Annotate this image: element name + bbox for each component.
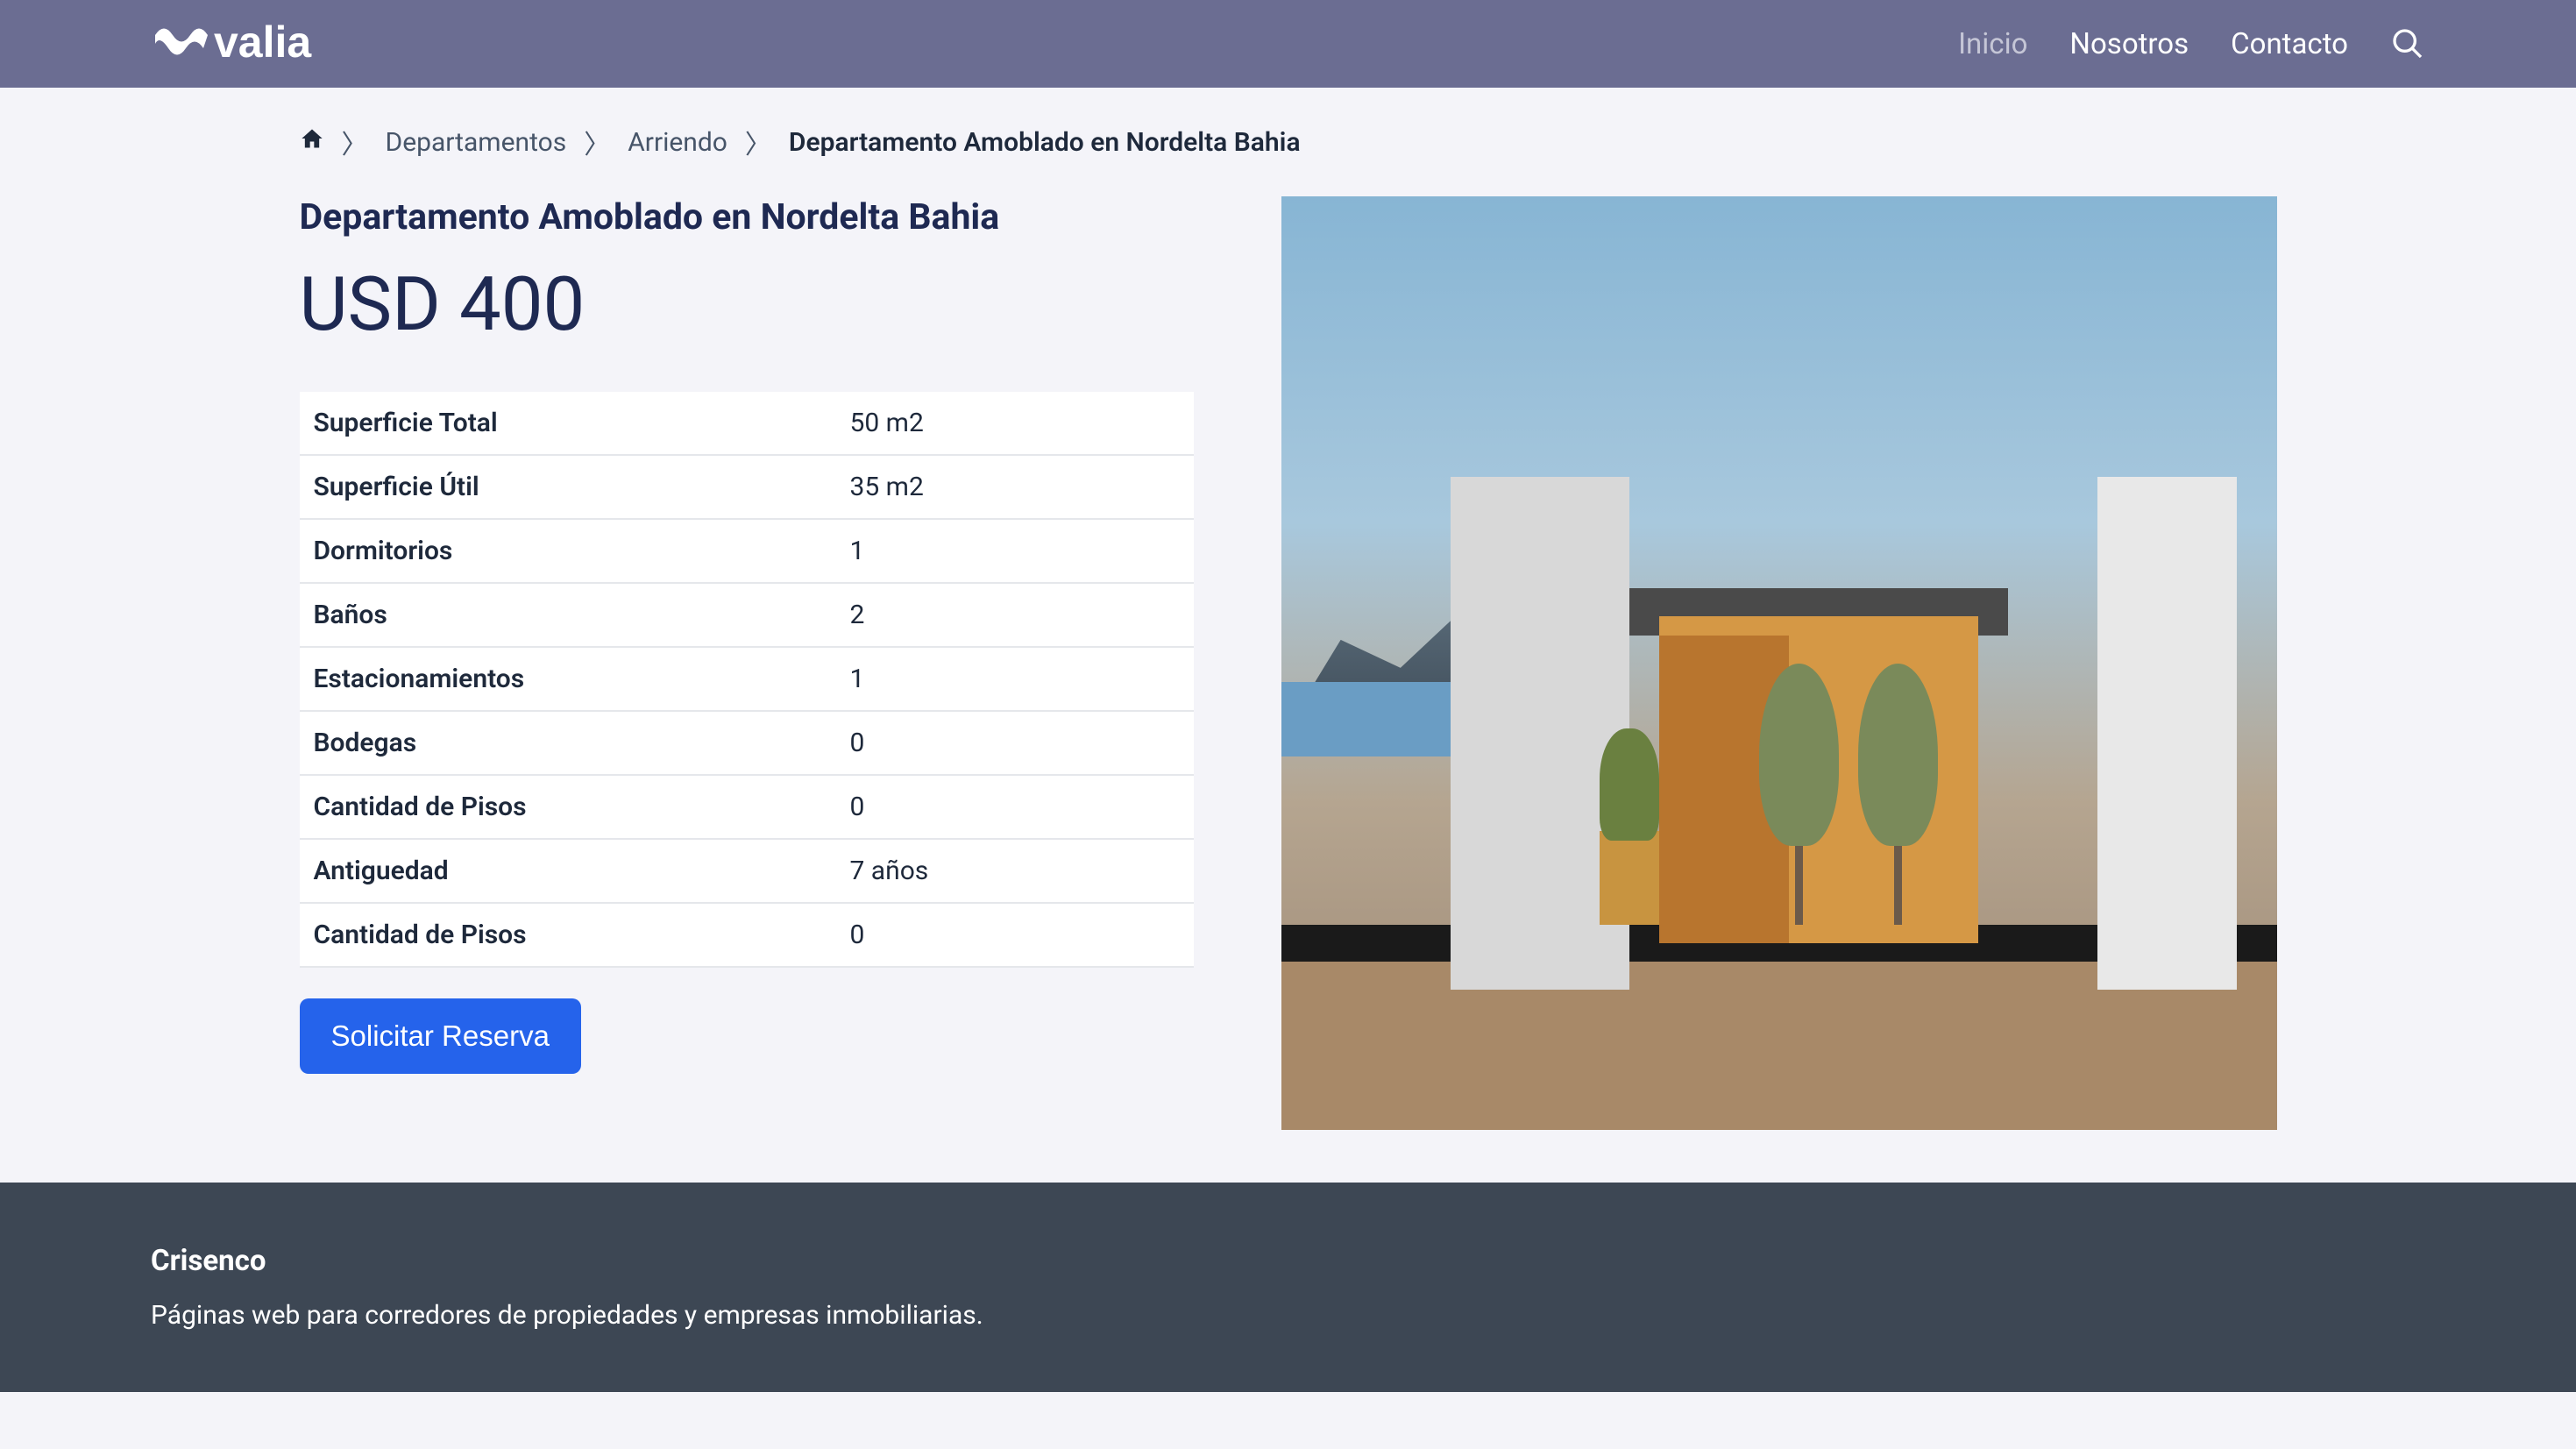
property-value: 50 m2 [836, 392, 1194, 455]
nav-link-contacto[interactable]: Contacto [2231, 27, 2348, 61]
footer: Crisenco Páginas web para corredores de … [0, 1183, 2576, 1392]
header: valia Inicio Nosotros Contacto [0, 0, 2576, 88]
left-column: Departamento Amoblado en Nordelta Bahia … [300, 196, 1194, 1130]
table-row: Estacionamientos 1 [300, 647, 1194, 711]
property-value: 0 [836, 711, 1194, 775]
container: 〉 Departamentos 〉 Arriendo 〉 Departament… [149, 88, 2428, 1130]
footer-text: Páginas web para corredores de propiedad… [151, 1300, 2425, 1331]
price: USD 400 [300, 260, 1194, 348]
svg-text:valia: valia [214, 18, 312, 67]
table-row: Superficie Total 50 m2 [300, 392, 1194, 455]
footer-title: Crisenco [151, 1244, 2425, 1278]
property-label: Superficie Útil [300, 455, 836, 519]
property-label: Dormitorios [300, 519, 836, 583]
property-label: Bodegas [300, 711, 836, 775]
property-value: 0 [836, 775, 1194, 839]
property-label: Antiguedad [300, 839, 836, 903]
table-row: Antiguedad 7 años [300, 839, 1194, 903]
property-value: 7 años [836, 839, 1194, 903]
breadcrumb-departamentos[interactable]: Departamentos [386, 127, 567, 158]
nav: Inicio Nosotros Contacto [1958, 26, 2425, 61]
breadcrumb-arriendo[interactable]: Arriendo [628, 127, 727, 158]
breadcrumb-separator: 〉 [342, 123, 368, 161]
breadcrumb-separator: 〉 [584, 123, 610, 161]
property-value: 1 [836, 519, 1194, 583]
table-row: Baños 2 [300, 583, 1194, 647]
property-value: 35 m2 [836, 455, 1194, 519]
property-label: Estacionamientos [300, 647, 836, 711]
main-content: Departamento Amoblado en Nordelta Bahia … [300, 196, 2277, 1130]
property-image [1281, 196, 2277, 1130]
nav-link-inicio[interactable]: Inicio [1958, 27, 2027, 61]
property-value: 2 [836, 583, 1194, 647]
property-label: Cantidad de Pisos [300, 775, 836, 839]
table-row: Cantidad de Pisos 0 [300, 903, 1194, 967]
property-label: Baños [300, 583, 836, 647]
property-table: Superficie Total 50 m2 Superficie Útil 3… [300, 392, 1194, 968]
breadcrumb-home[interactable] [300, 126, 324, 158]
right-column [1281, 196, 2277, 1130]
breadcrumb-separator: 〉 [745, 123, 771, 161]
property-value: 0 [836, 903, 1194, 967]
home-icon [300, 126, 324, 151]
nav-link-nosotros[interactable]: Nosotros [2069, 27, 2189, 61]
logo[interactable]: valia [151, 18, 370, 70]
page-title: Departamento Amoblado en Nordelta Bahia [300, 196, 1194, 238]
property-label: Cantidad de Pisos [300, 903, 836, 967]
search-icon[interactable] [2390, 26, 2425, 61]
table-row: Dormitorios 1 [300, 519, 1194, 583]
table-row: Cantidad de Pisos 0 [300, 775, 1194, 839]
reserve-button[interactable]: Solicitar Reserva [300, 998, 581, 1074]
breadcrumb: 〉 Departamentos 〉 Arriendo 〉 Departament… [300, 123, 2277, 161]
property-value: 1 [836, 647, 1194, 711]
table-row: Superficie Útil 35 m2 [300, 455, 1194, 519]
property-label: Superficie Total [300, 392, 836, 455]
breadcrumb-current: Departamento Amoblado en Nordelta Bahia [789, 127, 1301, 158]
logo-icon: valia [151, 18, 370, 70]
table-row: Bodegas 0 [300, 711, 1194, 775]
